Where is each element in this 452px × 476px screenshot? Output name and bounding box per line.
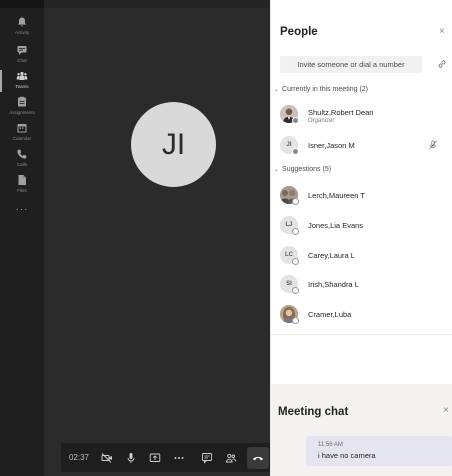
- message-text: i have no camera: [318, 451, 376, 460]
- meeting-chat-panel: Meeting chat × 11:56 AM i have no camera: [270, 384, 452, 476]
- chevron-down-icon: ⌄: [274, 87, 280, 93]
- presence-indicator: [292, 117, 299, 124]
- assignments-icon: [18, 96, 26, 107]
- rail-label: Teams: [15, 84, 29, 89]
- rail-top-strip: [0, 0, 44, 8]
- phone-icon: [17, 149, 27, 159]
- camera-toggle-button[interactable]: [97, 443, 117, 472]
- participant-name: Cramer,Luba: [308, 310, 352, 319]
- rail-label: Files: [17, 188, 27, 193]
- chat-icon: [17, 46, 27, 55]
- calendar-icon: [17, 124, 27, 133]
- suggestion-row[interactable]: LJ Jones,Lia Evans: [280, 216, 450, 236]
- suggestion-row[interactable]: Lerch,Maureen T: [280, 186, 450, 206]
- conversation-icon: [202, 452, 212, 464]
- close-people-button[interactable]: ×: [439, 26, 445, 37]
- rail-item-assignments[interactable]: Assignments: [0, 96, 44, 122]
- message-timestamp: 11:56 AM: [318, 442, 343, 448]
- microphone-button[interactable]: [121, 443, 141, 472]
- share-screen-icon: [149, 453, 161, 462]
- microphone-icon: [127, 452, 135, 463]
- presence-indicator: [292, 317, 299, 324]
- rail-label: Chat: [17, 58, 27, 63]
- people-panel-title: People: [280, 26, 318, 38]
- presence-indicator: [292, 258, 299, 265]
- participant-role: Organizer: [308, 118, 335, 124]
- files-icon: [18, 175, 26, 185]
- rail-item-files[interactable]: Files: [0, 174, 44, 200]
- hang-up-icon: [253, 456, 263, 460]
- rail-item-calls[interactable]: Calls: [0, 148, 44, 174]
- teams-icon: [16, 71, 28, 80]
- suggestion-row[interactable]: Cramer,Luba: [280, 305, 450, 325]
- rail-item-chat[interactable]: Chat: [0, 44, 44, 70]
- participant-name: Carey,Laura L: [308, 251, 355, 260]
- in-meeting-section-header[interactable]: ⌄ Currently in this meeting (2): [274, 86, 368, 93]
- call-timer: 02:37: [68, 453, 90, 462]
- participant-name: Jones,Lia Evans: [308, 221, 364, 230]
- meeting-chat-title: Meeting chat: [278, 406, 349, 418]
- rail-label: Activity: [14, 30, 30, 35]
- participant-name: Shultz,Robert Dean: [308, 108, 374, 117]
- invite-input[interactable]: Invite someone or dial a number: [280, 56, 422, 73]
- rail-label: Assignments: [9, 110, 35, 115]
- more-options-icon: [174, 456, 184, 459]
- share-screen-button[interactable]: [145, 443, 165, 472]
- hang-up-surface: [247, 446, 269, 469]
- participant-name: Irish,Shandra L: [308, 280, 359, 289]
- participant-name: Lerch,Maureen T: [308, 191, 365, 200]
- more-apps-button[interactable]: ···: [0, 204, 44, 215]
- participants-icon: [226, 453, 237, 462]
- share-link-icon[interactable]: [437, 59, 447, 69]
- microphone-off-icon: [429, 140, 437, 150]
- rail-label: Calendar: [12, 136, 32, 141]
- bell-icon: [18, 17, 26, 27]
- suggestion-row[interactable]: LC Carey,Laura L: [280, 246, 450, 266]
- more-options-button[interactable]: [169, 443, 189, 472]
- participant-avatar: JI: [131, 102, 216, 187]
- camera-off-icon: [101, 452, 112, 463]
- chevron-down-icon: ⌄: [274, 167, 280, 173]
- rail-item-teams[interactable]: Teams: [0, 70, 44, 96]
- close-chat-button[interactable]: ×: [443, 405, 449, 416]
- rail-label: Calls: [16, 162, 27, 167]
- conversation-button[interactable]: [197, 443, 217, 472]
- section-label: Suggestions (5): [282, 166, 332, 173]
- presence-indicator: [292, 198, 299, 205]
- rail-item-calendar[interactable]: Calendar: [0, 122, 44, 148]
- panel-divider: [271, 334, 452, 335]
- rail-item-activity[interactable]: Activity: [0, 16, 44, 42]
- participant-row[interactable]: Shultz,Robert Dean Organizer: [280, 105, 450, 125]
- section-label: Currently in this meeting (2): [282, 86, 369, 93]
- presence-indicator: [292, 287, 299, 294]
- call-controls-bar: 02:37: [61, 443, 271, 472]
- chat-message: 11:56 AM i have no camera: [306, 436, 452, 466]
- suggestions-section-header[interactable]: ⌄ Suggestions (5): [274, 166, 331, 173]
- call-stage: JI 02:37: [44, 0, 271, 476]
- participant-name: Isner,Jason M: [308, 141, 355, 150]
- presence-indicator: [292, 228, 299, 235]
- presence-indicator: [292, 148, 299, 155]
- app-rail: Activity Chat Teams Assignments Calendar…: [0, 0, 44, 476]
- hang-up-button[interactable]: [247, 443, 269, 472]
- participant-row[interactable]: JI Isner,Jason M: [280, 136, 450, 156]
- suggestion-row[interactable]: SI Irish,Shandra L: [280, 275, 450, 295]
- stage-top-strip: [44, 0, 270, 8]
- participants-button[interactable]: [221, 443, 241, 472]
